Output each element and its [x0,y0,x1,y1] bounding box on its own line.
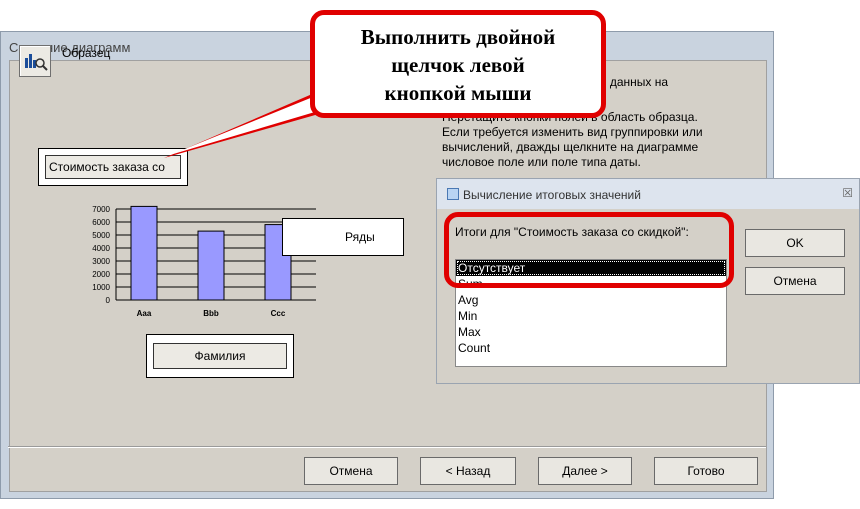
callout-bubble: Выполнить двойной щелчок левой кнопкой м… [310,10,606,118]
callout-line: кнопкой мыши [384,81,532,105]
callout-text: Выполнить двойной щелчок левой кнопкой м… [315,23,601,107]
callout-line: щелчок левой [391,53,525,77]
callout-line: Выполнить двойной [360,25,556,49]
